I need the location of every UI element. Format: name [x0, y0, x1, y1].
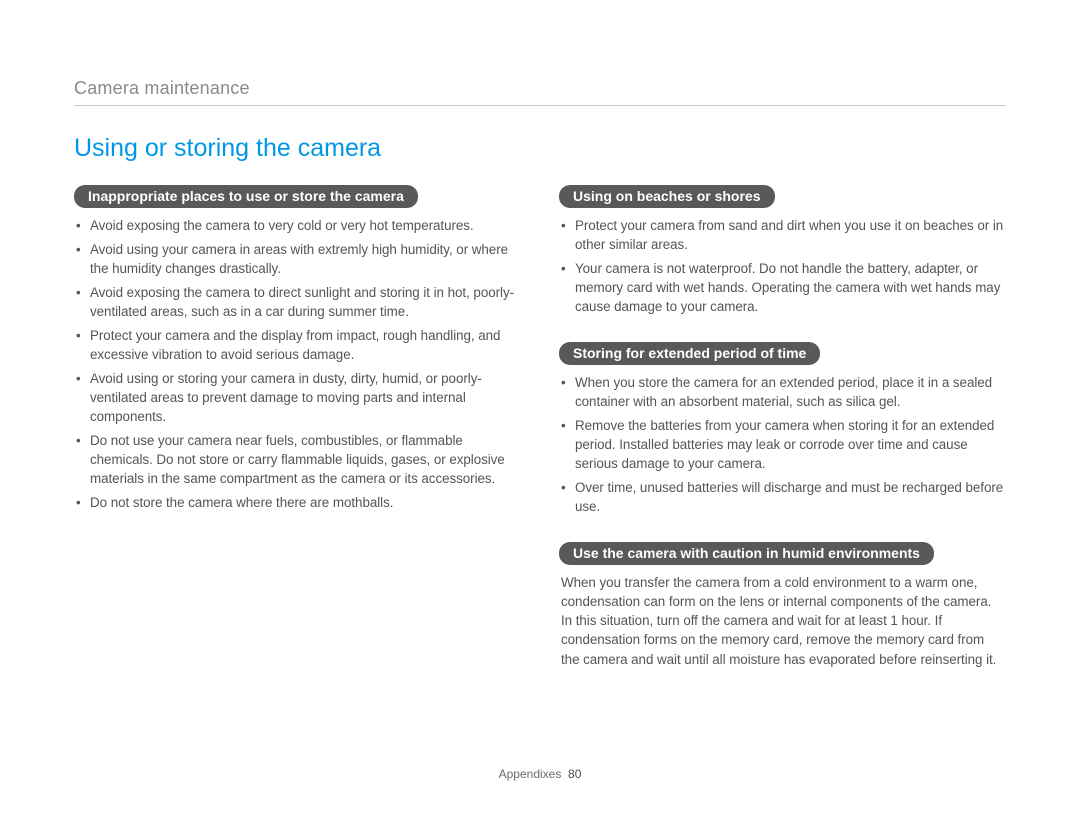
- page-number: 80: [568, 767, 581, 781]
- section-pill-humid: Use the camera with caution in humid env…: [559, 542, 934, 565]
- list-item: Do not store the camera where there are …: [76, 493, 521, 512]
- paragraph-humid: When you transfer the camera from a cold…: [559, 573, 1006, 668]
- left-column: Inappropriate places to use or store the…: [74, 185, 521, 695]
- section-pill-storing: Storing for extended period of time: [559, 342, 820, 365]
- breadcrumb: Camera maintenance: [74, 78, 1006, 99]
- content-columns: Inappropriate places to use or store the…: [74, 185, 1006, 695]
- section-pill-inappropriate-places: Inappropriate places to use or store the…: [74, 185, 418, 208]
- right-column: Using on beaches or shores Protect your …: [559, 185, 1006, 695]
- list-item: Remove the batteries from your camera wh…: [561, 416, 1006, 473]
- list-item: Protect your camera and the display from…: [76, 326, 521, 364]
- list-item: Protect your camera from sand and dirt w…: [561, 216, 1006, 254]
- list-item: Your camera is not waterproof. Do not ha…: [561, 259, 1006, 316]
- divider: [74, 105, 1006, 106]
- section-pill-beaches: Using on beaches or shores: [559, 185, 775, 208]
- list-item: Do not use your camera near fuels, combu…: [76, 431, 521, 488]
- list-item: Over time, unused batteries will dischar…: [561, 478, 1006, 516]
- list-item: Avoid using or storing your camera in du…: [76, 369, 521, 426]
- list-beaches: Protect your camera from sand and dirt w…: [559, 216, 1006, 316]
- list-inappropriate-places: Avoid exposing the camera to very cold o…: [74, 216, 521, 512]
- list-item: Avoid using your camera in areas with ex…: [76, 240, 521, 278]
- list-item: When you store the camera for an extende…: [561, 373, 1006, 411]
- footer-section: Appendixes: [499, 767, 562, 781]
- list-storing: When you store the camera for an extende…: [559, 373, 1006, 516]
- list-item: Avoid exposing the camera to direct sunl…: [76, 283, 521, 321]
- page-footer: Appendixes 80: [0, 767, 1080, 781]
- page-heading: Using or storing the camera: [74, 134, 1006, 163]
- list-item: Avoid exposing the camera to very cold o…: [76, 216, 521, 235]
